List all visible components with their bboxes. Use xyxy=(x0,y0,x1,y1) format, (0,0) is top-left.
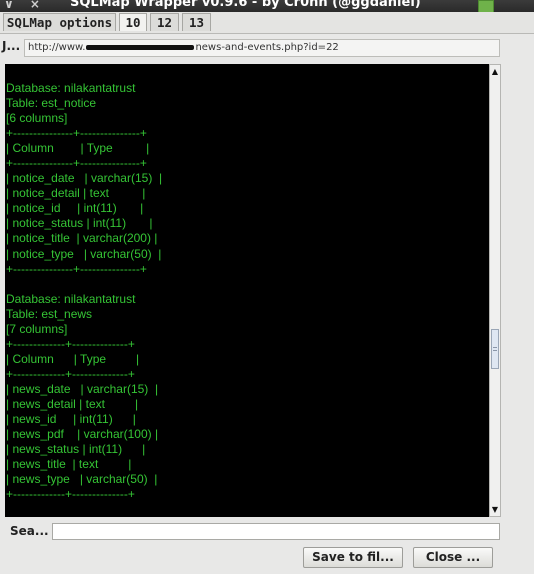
redaction-bar xyxy=(86,44,195,50)
search-label: Sea... xyxy=(10,524,49,538)
output-console[interactable]: Database: nilakantatrust Table: est_noti… xyxy=(5,64,489,517)
scroll-down-icon[interactable]: ▼ xyxy=(490,504,500,515)
tab-sqlmap-options[interactable]: SQLMap options xyxy=(3,13,116,31)
url-label: J... xyxy=(2,39,21,53)
search-row: Sea... xyxy=(0,520,534,542)
tab-12[interactable]: 12 xyxy=(150,13,179,31)
tab-13[interactable]: 13 xyxy=(182,13,211,31)
window-controls[interactable]: ∨ × xyxy=(4,0,46,10)
tab-10[interactable]: 10 xyxy=(119,13,147,31)
window-title: SQLMap Wrapper v0.9.6 - by Cr0hn (@ggdan… xyxy=(70,0,421,10)
console-output-text: Database: nilakantatrust Table: est_noti… xyxy=(6,81,163,502)
close-button[interactable]: Close ... xyxy=(413,547,493,568)
search-input[interactable] xyxy=(52,523,500,540)
title-bar: ∨ × SQLMap Wrapper v0.9.6 - by Cr0hn (@g… xyxy=(0,0,534,12)
save-to-file-button[interactable]: Save to fil... xyxy=(303,547,403,568)
tab-bar: SQLMap options 10 12 13 xyxy=(0,12,534,34)
grip-icon xyxy=(493,347,497,351)
url-suffix: news-and-events.php?id=22 xyxy=(195,42,339,53)
app-icon xyxy=(478,0,494,12)
scroll-thumb[interactable] xyxy=(491,329,499,369)
scroll-up-icon[interactable]: ▲ xyxy=(490,66,500,77)
url-prefix: http://www. xyxy=(28,42,86,53)
url-field[interactable]: http://www. news-and-events.php?id=22 xyxy=(24,39,500,57)
console-scrollbar[interactable]: ▲ ▼ xyxy=(489,64,501,517)
url-row: J... http://www. news-and-events.php?id=2… xyxy=(0,38,534,60)
